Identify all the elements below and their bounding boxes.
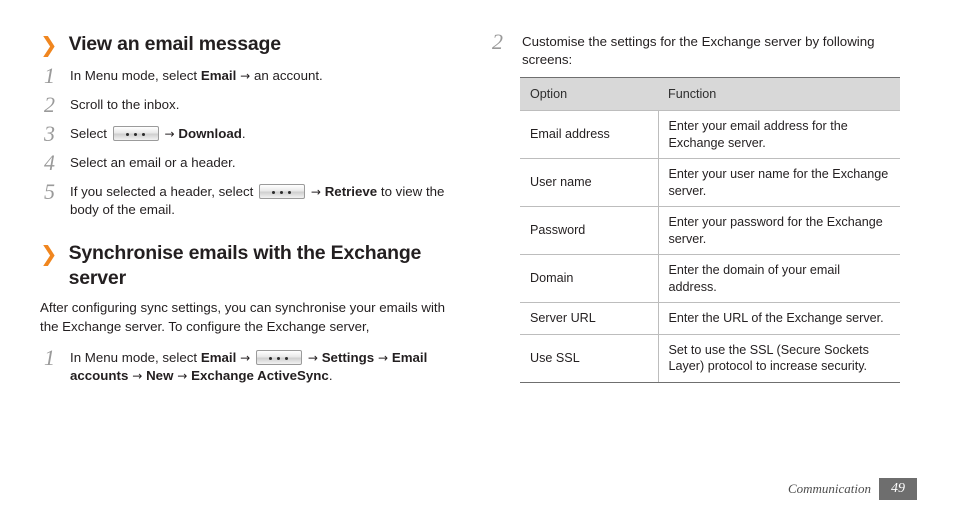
step-text-part: Select: [70, 126, 111, 141]
table-row: User name Enter your user name for the E…: [520, 158, 900, 207]
page-footer: Communication 49: [788, 478, 917, 500]
step-bold-term: Settings: [321, 350, 375, 365]
step-number: 2: [44, 92, 55, 117]
cell-option: Domain: [520, 254, 659, 303]
table-row: Password Enter your password for the Exc…: [520, 206, 900, 255]
step-text-part: .: [328, 368, 333, 383]
arrow-glyph: →: [236, 351, 254, 365]
chapter-label: Communication: [787, 481, 871, 496]
table-row: Domain Enter the domain of your email ad…: [520, 254, 900, 303]
cell-function: Enter your user name for the Exchange se…: [658, 158, 900, 207]
cell-option: User name: [520, 158, 659, 207]
step-number: 5: [44, 179, 55, 204]
step-bold-term: New: [146, 368, 174, 383]
step-number: 4: [44, 150, 55, 175]
cell-function: Set to use the SSL (Secure Sockets Layer…: [658, 334, 900, 383]
arrow-glyph: →: [236, 69, 254, 83]
arrow-glyph: →: [304, 351, 322, 365]
section-title: View an email message: [68, 33, 281, 55]
table-row: Option Function: [520, 77, 900, 111]
step-text: Customise the settings for the Exchange …: [522, 34, 875, 67]
step-bold-term: Download: [178, 126, 242, 141]
table-row: Server URL Enter the URL of the Exchange…: [520, 302, 900, 335]
cell-function: Enter your password for the Exchange ser…: [658, 206, 900, 255]
cell-function: Enter your email address for the Exchang…: [658, 110, 900, 159]
step-bold-term: Email: [200, 68, 237, 83]
step-text: Scroll to the inbox.: [70, 97, 180, 112]
step-bold-term: Email: [200, 350, 237, 365]
step-text-part: If you selected a header, select: [70, 184, 258, 199]
section-title: Synchronise emails with the Exchange ser…: [68, 242, 422, 289]
step-text-part: In Menu mode, select: [70, 68, 201, 83]
column-header-function: Function: [658, 77, 900, 111]
step-text: Select an email or a header.: [70, 155, 236, 170]
cell-option: Server URL: [520, 302, 659, 335]
chevron-right-icon: ❯: [40, 242, 58, 266]
list-item: 1 In Menu mode, select Email → an accoun…: [40, 63, 460, 88]
arrow-glyph: →: [128, 369, 147, 383]
table-body: Email address Enter your email address f…: [520, 110, 900, 383]
section-paragraph: After configuring sync settings, you can…: [40, 300, 446, 334]
list-item: 2 Customise the settings for the Exchang…: [488, 29, 918, 69]
page-number-badge: 49: [879, 478, 917, 500]
options-key-icon: [256, 350, 302, 365]
arrow-glyph: →: [374, 351, 392, 365]
list-item: 2 Scroll to the inbox.: [40, 92, 460, 117]
list-item: 5 If you selected a header, select → Ret…: [40, 179, 460, 219]
cell-option: Email address: [520, 110, 659, 159]
steps-list-sync-emails: 1 In Menu mode, select Email → → Setting…: [40, 345, 460, 385]
step-bold-term: Exchange ActiveSync: [191, 368, 329, 383]
step-text: In Menu mode, select Email → an account.: [70, 66, 460, 85]
cell-option: Use SSL: [520, 334, 659, 383]
options-key-icon: [112, 126, 159, 141]
section-heading-view-email: ❯ View an email message: [40, 32, 460, 58]
arrow-glyph: →: [173, 369, 192, 383]
arrow-glyph: →: [307, 185, 325, 199]
table-row: Email address Enter your email address f…: [520, 110, 900, 159]
step-number: 3: [44, 121, 55, 146]
left-column: ❯ View an email message 1 In Menu mode, …: [40, 32, 460, 394]
right-column: 2 Customise the settings for the Exchang…: [488, 29, 918, 383]
list-item: 4 Select an email or a header.: [40, 150, 460, 175]
cell-function: Enter the domain of your email address.: [658, 254, 900, 303]
step-number: 1: [44, 63, 55, 88]
table-row: Use SSL Set to use the SSL (Secure Socke…: [520, 334, 900, 383]
list-item: 1 In Menu mode, select Email → → Setting…: [40, 345, 460, 385]
step-number: 2: [492, 29, 503, 54]
options-key-icon: [259, 184, 306, 199]
manual-page: ❯ View an email message 1 In Menu mode, …: [0, 0, 954, 518]
step-number: 1: [44, 345, 55, 370]
step-text: Select → Download.: [70, 124, 460, 143]
cell-option: Password: [520, 206, 659, 255]
step-text-part: .: [241, 126, 246, 141]
step-text: In Menu mode, select Email → → Settings …: [70, 348, 460, 385]
list-item: 3 Select → Download.: [40, 121, 460, 146]
steps-list-view-email: 1 In Menu mode, select Email → an accoun…: [40, 63, 460, 219]
chevron-right-icon: ❯: [40, 33, 58, 57]
step-text-part: In Menu mode, select: [70, 350, 201, 365]
arrow-glyph: →: [160, 127, 179, 141]
column-header-option: Option: [520, 77, 658, 111]
section-heading-sync-emails: ❯ Synchronise emails with the Exchange s…: [40, 241, 460, 291]
cell-function: Enter the URL of the Exchange server.: [658, 302, 900, 335]
step-text: If you selected a header, select → Retri…: [70, 182, 460, 219]
step-bold-term: Retrieve: [324, 184, 378, 199]
settings-options-table: Option Function Email address Enter your…: [520, 77, 900, 383]
step-text-part: an account.: [254, 68, 323, 83]
table-header: Option Function: [520, 77, 900, 111]
